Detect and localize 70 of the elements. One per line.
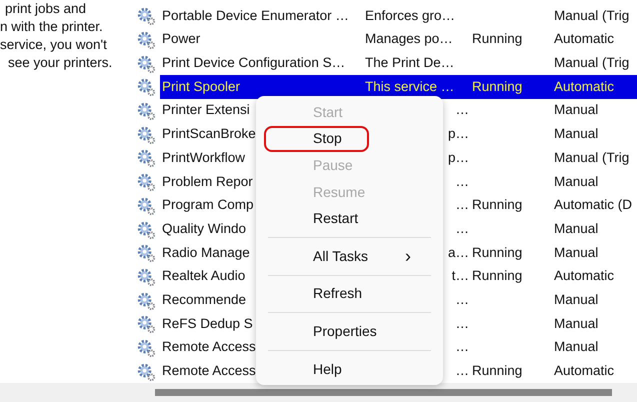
- description-text: see your printers.: [7, 54, 114, 72]
- menu-item[interactable]: Restart: [264, 205, 435, 232]
- service-status: Running: [472, 362, 524, 380]
- gear-icon: [137, 315, 156, 334]
- service-description: This service …: [365, 78, 454, 96]
- service-startup-type: Manual (Trig: [554, 54, 630, 72]
- service-description: p…: [448, 148, 469, 167]
- gear-icon: [137, 338, 156, 358]
- description-text: n with the printer.: [0, 18, 104, 36]
- gear-icon: [137, 292, 156, 311]
- gear-icon: [137, 54, 156, 74]
- gear-icon: [137, 126, 156, 145]
- service-name[interactable]: Print Device Configuration S…: [160, 51, 365, 76]
- menu-item[interactable]: Properties: [264, 318, 435, 345]
- menu-item[interactable]: All Tasks ›: [264, 242, 435, 270]
- service-description: Enforces gro…: [365, 6, 456, 25]
- service-description: …: [456, 172, 469, 191]
- service-startup-type: Manual (Trig: [554, 6, 630, 25]
- service-startup-type: Manual: [554, 314, 600, 333]
- gear-icon: [137, 149, 156, 168]
- description-text: print jobs and: [4, 0, 88, 18]
- service-startup-type: Manual (Trig: [554, 148, 630, 167]
- service-description: a…: [448, 244, 469, 262]
- service-startup-type: Manual: [554, 125, 600, 144]
- service-description: …: [456, 314, 469, 333]
- gear-icon: [137, 220, 156, 240]
- service-status: Running: [472, 244, 524, 262]
- gear-icon: [137, 362, 156, 382]
- service-name[interactable]: Power: [160, 28, 365, 52]
- service-startup-type: Manual: [554, 220, 600, 238]
- service-startup-type: Automatic: [554, 30, 616, 48]
- service-status: Running: [472, 75, 554, 99]
- service-name[interactable]: Portable Device Enumerator …: [160, 4, 365, 28]
- gear-icon: [137, 31, 156, 50]
- gear-icon: [137, 173, 156, 192]
- service-startup-type: Automatic: [554, 75, 637, 99]
- gear-icon: [137, 7, 156, 26]
- service-description: …: [456, 362, 469, 380]
- service-startup-type: Manual: [554, 290, 600, 309]
- service-name[interactable]: Print Spooler: [160, 75, 365, 99]
- service-description: …: [456, 196, 469, 214]
- gear-icon: [137, 244, 156, 264]
- menu-item[interactable]: Stop: [264, 126, 369, 152]
- service-description: …: [456, 101, 469, 120]
- service-startup-type: Manual: [554, 172, 600, 191]
- gear-icon: [137, 102, 156, 122]
- service-startup-type: Manual: [554, 338, 600, 356]
- service-startup-type: Automatic (D: [554, 196, 634, 214]
- service-description: t…: [452, 267, 469, 286]
- service-startup-type: Manual: [554, 244, 600, 262]
- service-description: …: [456, 220, 469, 238]
- service-status: Running: [472, 196, 524, 214]
- service-status: Running: [472, 267, 524, 286]
- description-text: service, you won't: [0, 36, 108, 54]
- service-status: Running: [472, 30, 524, 48]
- service-description: …: [456, 290, 469, 309]
- service-description: …: [456, 338, 469, 356]
- service-startup-type: Manual: [554, 101, 600, 120]
- gear-icon: [137, 78, 156, 98]
- scrollbar-thumb[interactable]: [155, 389, 612, 396]
- menu-item[interactable]: Help: [264, 356, 435, 382]
- submenu-arrow-icon: ›: [405, 242, 411, 270]
- service-startup-type: Automatic: [554, 267, 616, 286]
- gear-icon: [137, 268, 156, 287]
- menu-item[interactable]: Refresh: [264, 280, 435, 308]
- gear-icon: [137, 196, 156, 216]
- service-description: Manages po…: [365, 30, 453, 48]
- service-description: p…: [448, 125, 469, 144]
- service-startup-type: Automatic: [554, 362, 616, 380]
- service-description: The Print De…: [365, 54, 454, 72]
